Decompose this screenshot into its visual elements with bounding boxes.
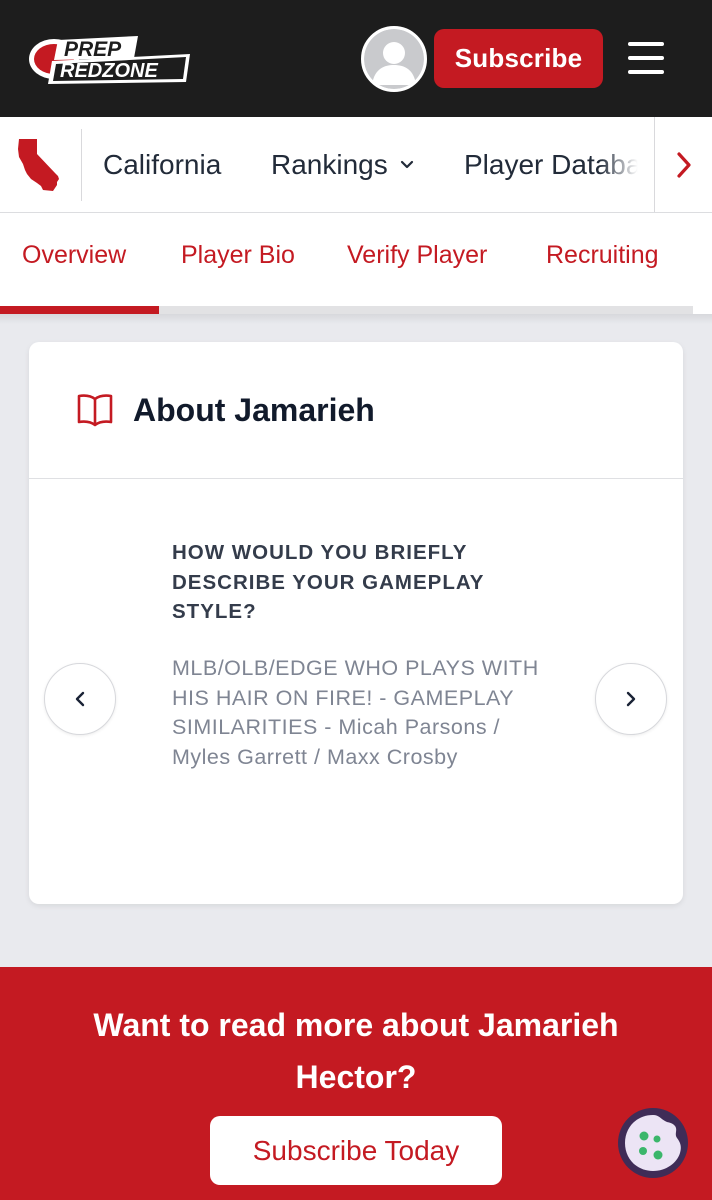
tabs-shadow (0, 314, 712, 324)
chevron-right-icon (626, 691, 636, 707)
chevron-right-icon (676, 152, 691, 178)
nav-divider (81, 129, 82, 201)
about-question: HOW WOULD YOU BRIEFLY DESCRIBE YOUR GAME… (172, 541, 485, 623)
subscribe-button[interactable]: Subscribe (434, 29, 603, 88)
tab-player-bio[interactable]: Player Bio (181, 241, 295, 270)
top-header: PREP REDZONE Subscribe (0, 0, 712, 117)
about-answer: MLB/OLB/EDGE WHO PLAYS WITH HIS HAIR ON … (172, 656, 539, 769)
nav-item-rankings[interactable]: Rankings (271, 117, 414, 212)
prep-redzone-logo[interactable]: PREP REDZONE (28, 30, 192, 88)
tab-overview[interactable]: Overview (22, 241, 126, 270)
nav-fade (600, 117, 654, 212)
about-card: About Jamarieh HOW WOULD YOU BRIEFLY DES… (29, 342, 683, 904)
hamburger-menu-icon[interactable] (628, 42, 664, 74)
about-title: About Jamarieh (133, 392, 375, 428)
nav-item-california[interactable]: California (103, 117, 222, 212)
subscribe-promo-banner: Want to read more about Jamarieh Hector?… (0, 967, 712, 1200)
promo-text: Want to read more about Jamarieh Hector? (93, 1007, 619, 1095)
user-avatar[interactable] (361, 26, 427, 92)
tab-recruiting[interactable]: Recruiting (546, 241, 659, 270)
chevron-left-icon (75, 691, 85, 707)
subscribe-today-button[interactable]: Subscribe Today (210, 1116, 502, 1185)
logo-text-redzone: REDZONE (60, 60, 158, 82)
book-icon (77, 394, 113, 427)
carousel-next-button[interactable] (595, 663, 667, 735)
nav-item-label: Rankings (271, 149, 388, 180)
logo-text-prep: PREP (64, 38, 122, 61)
chevron-down-icon (400, 160, 413, 169)
state-navigation: California Rankings Player Database (0, 117, 712, 213)
about-card-header: About Jamarieh (29, 342, 683, 479)
carousel-prev-button[interactable] (44, 663, 116, 735)
california-state-icon[interactable] (15, 137, 67, 193)
cookie-settings-icon[interactable] (616, 1106, 690, 1180)
nav-scroll-right-button[interactable] (654, 117, 712, 212)
tab-verify-player[interactable]: Verify Player (347, 241, 487, 270)
nav-item-label: California (103, 149, 222, 180)
profile-tabs: Overview Player Bio Verify Player Recrui… (0, 213, 712, 314)
active-tab-indicator (0, 306, 159, 314)
